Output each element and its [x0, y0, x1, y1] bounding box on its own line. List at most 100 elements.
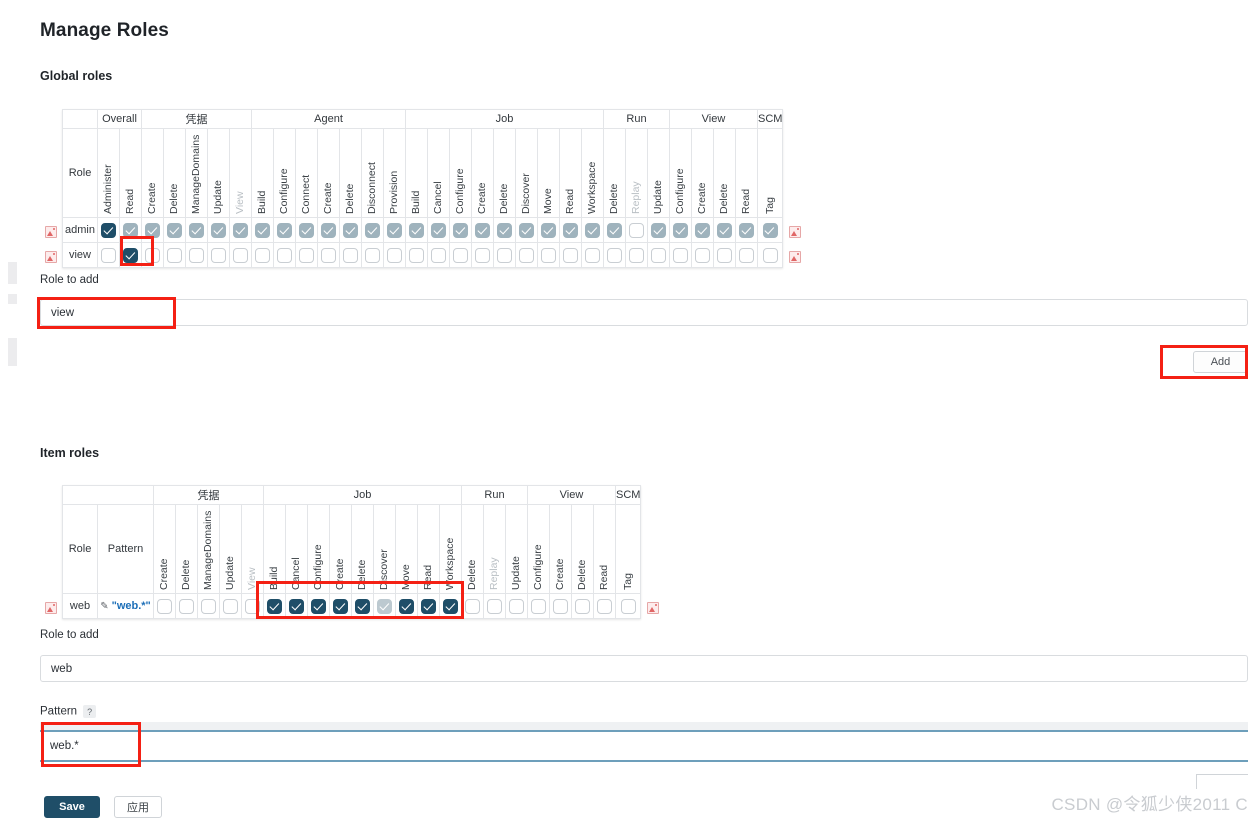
permission-cell[interactable] — [515, 242, 538, 268]
permission-cell[interactable] — [405, 242, 428, 268]
edit-pencil-icon[interactable]: ✎ — [100, 601, 108, 612]
permission-checkbox[interactable] — [201, 598, 216, 614]
permission-checkbox[interactable] — [497, 247, 512, 263]
permission-cell[interactable] — [219, 593, 242, 619]
permission-checkbox[interactable] — [553, 598, 568, 614]
permission-cell[interactable] — [756, 242, 784, 268]
permission-checkbox[interactable] — [387, 222, 402, 238]
table-row[interactable]: admin — [62, 217, 784, 243]
permission-cell[interactable] — [581, 242, 604, 268]
global-row-remove-icon-right[interactable] — [789, 250, 802, 263]
global-row-remove-icon-left[interactable] — [45, 250, 57, 263]
permission-checkbox[interactable] — [365, 222, 380, 238]
permission-checkbox[interactable] — [355, 598, 370, 614]
permission-cell[interactable] — [735, 217, 758, 243]
permission-cell[interactable] — [317, 242, 340, 268]
permission-checkbox[interactable] — [465, 598, 480, 614]
permission-cell[interactable] — [241, 593, 264, 619]
permission-cell[interactable] — [625, 217, 648, 243]
permission-cell[interactable] — [559, 217, 582, 243]
permission-cell[interactable] — [493, 217, 516, 243]
permission-checkbox[interactable] — [233, 222, 248, 238]
permission-cell[interactable] — [559, 242, 582, 268]
permission-checkbox[interactable] — [399, 598, 414, 614]
permission-cell[interactable] — [197, 593, 220, 619]
permission-cell[interactable] — [427, 242, 450, 268]
permission-checkbox[interactable] — [563, 247, 578, 263]
permission-cell[interactable] — [207, 217, 230, 243]
permission-cell[interactable] — [263, 593, 286, 619]
permission-checkbox[interactable] — [299, 222, 314, 238]
permission-checkbox[interactable] — [277, 222, 292, 238]
permission-checkbox[interactable] — [409, 247, 424, 263]
permission-cell[interactable] — [207, 242, 230, 268]
permission-checkbox[interactable] — [453, 222, 468, 238]
permission-cell[interactable] — [383, 217, 406, 243]
permission-checkbox[interactable] — [620, 598, 636, 614]
permission-checkbox[interactable] — [531, 598, 546, 614]
save-button[interactable]: Save — [44, 796, 100, 818]
permission-cell[interactable] — [669, 217, 692, 243]
permission-cell[interactable] — [581, 217, 604, 243]
permission-cell[interactable] — [163, 217, 186, 243]
permission-checkbox[interactable] — [101, 247, 116, 263]
permission-checkbox[interactable] — [541, 222, 556, 238]
permission-cell[interactable] — [625, 242, 648, 268]
permission-cell[interactable] — [163, 242, 186, 268]
permission-cell[interactable] — [175, 593, 198, 619]
permission-cell[interactable] — [361, 242, 384, 268]
permission-cell[interactable] — [295, 242, 318, 268]
permission-checkbox[interactable] — [695, 247, 710, 263]
permission-checkbox[interactable] — [607, 247, 622, 263]
permission-cell[interactable] — [427, 217, 450, 243]
permission-checkbox[interactable] — [157, 598, 172, 614]
permission-checkbox[interactable] — [189, 222, 204, 238]
permission-checkbox[interactable] — [541, 247, 556, 263]
permission-cell[interactable] — [439, 593, 462, 619]
table-row[interactable]: view — [62, 242, 784, 268]
permission-checkbox[interactable] — [431, 222, 446, 238]
permission-cell[interactable] — [493, 242, 516, 268]
global-role-to-add-input[interactable]: view — [40, 299, 1248, 326]
permission-checkbox[interactable] — [673, 222, 688, 238]
global-row-remove-icon-right[interactable] — [789, 225, 802, 238]
permission-cell[interactable] — [461, 593, 484, 619]
permission-cell[interactable] — [395, 593, 418, 619]
permission-checkbox[interactable] — [739, 247, 754, 263]
permission-cell[interactable] — [273, 242, 296, 268]
permission-cell[interactable] — [119, 217, 142, 243]
item-roles-table[interactable]: 凭据 Job Run View SCM Role Pattern Create Delete Ma… — [62, 485, 642, 619]
permission-checkbox[interactable] — [167, 222, 182, 238]
permission-cell[interactable] — [383, 242, 406, 268]
permission-checkbox[interactable] — [289, 598, 304, 614]
permission-cell[interactable] — [471, 217, 494, 243]
permission-checkbox[interactable] — [299, 247, 314, 263]
permission-cell[interactable] — [295, 217, 318, 243]
permission-checkbox[interactable] — [629, 222, 644, 238]
permission-cell[interactable] — [571, 593, 594, 619]
permission-cell[interactable] — [515, 217, 538, 243]
permission-checkbox[interactable] — [145, 247, 160, 263]
permission-checkbox[interactable] — [475, 222, 490, 238]
permission-checkbox[interactable] — [519, 222, 534, 238]
permission-cell[interactable] — [471, 242, 494, 268]
permission-cell[interactable] — [691, 242, 714, 268]
permission-checkbox[interactable] — [409, 222, 424, 238]
permission-checkbox[interactable] — [509, 598, 524, 614]
permission-cell[interactable] — [329, 593, 352, 619]
permission-cell[interactable] — [373, 593, 396, 619]
permission-checkbox[interactable] — [211, 247, 226, 263]
permission-checkbox[interactable] — [421, 598, 436, 614]
permission-checkbox[interactable] — [145, 222, 160, 238]
permission-checkbox[interactable] — [519, 247, 534, 263]
permission-checkbox[interactable] — [487, 598, 502, 614]
pattern-cell[interactable]: ✎ "web.*" — [97, 593, 154, 619]
permission-checkbox[interactable] — [387, 247, 402, 263]
permission-cell[interactable] — [361, 217, 384, 243]
permission-checkbox[interactable] — [497, 222, 512, 238]
permission-checkbox[interactable] — [343, 247, 358, 263]
permission-cell[interactable] — [339, 217, 362, 243]
permission-cell[interactable] — [351, 593, 374, 619]
permission-checkbox[interactable] — [575, 598, 590, 614]
permission-checkbox[interactable] — [277, 247, 292, 263]
